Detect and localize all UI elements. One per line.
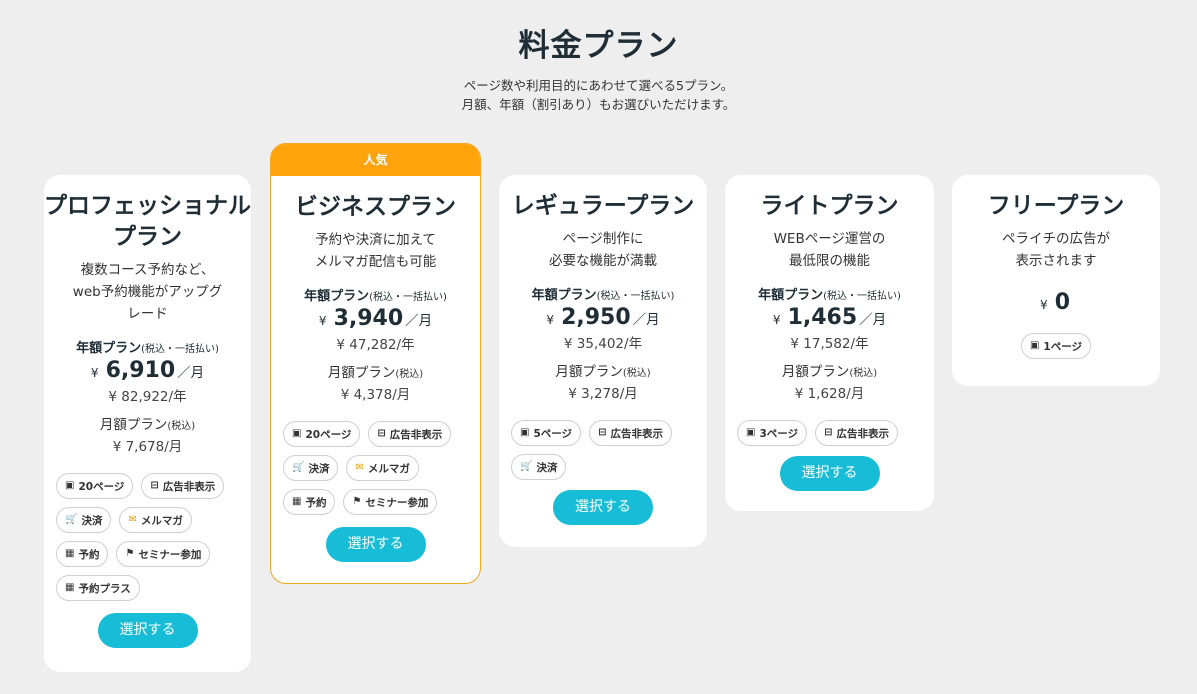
feature-list: ▣ 20ページ ⊟ 広告非表示 🛒 決済 ✉ メルマガ ▦ 予約 ⚑ セミナー参加 [271,421,480,515]
feature-chip-pages: ▣ 1ページ [1020,333,1092,359]
no-ads-icon: ⊟ [150,480,159,491]
monthly-plan-label: 月額プラン(税込) [99,417,196,433]
page-subtitle: ページ数や利用目的にあわせて選べる5プラン。 月額、年額（割引あり）もお選びいた… [0,76,1197,114]
yearly-monthly-price: ¥ 6,910 ／月 [90,358,205,383]
yearly-plan-label: 年額プラン(税込・一括払い) [304,289,447,304]
plan-card-free: フリープラン ペライチの広告が 表示されます ¥ 0 ▣ 1ページ [952,175,1160,386]
mail-icon: ✉ [128,514,137,525]
yearly-total-price: ¥ 82,922/年 [108,389,187,405]
monthly-plan-label: 月額プラン(税込) [781,364,878,380]
calendar-icon: ▦ [65,548,75,559]
monthly-price: ¥ 7,678/月 [112,439,183,455]
plan-description: 複数コース予約など、 web予約機能がアップグ レード [72,262,223,322]
yearly-plan-label: 年額プラン(税込・一括払い) [531,288,675,303]
feature-chip-pages: ▣ 20ページ [56,473,134,499]
feature-chip-reservation: ▦ 予約 [56,541,109,567]
plan-name: フリープラン [987,193,1125,219]
yearly-total-price: ¥ 47,282/年 [336,337,415,353]
yearly-total-price: ¥ 35,402/年 [563,336,643,352]
plan-card-light: ライトプラン WEBページ運営の 最低限の機能 年額プラン(税込・一括払い) ¥… [725,175,934,511]
yearly-plan-label: 年額プラン(税込・一括払い) [76,341,219,356]
select-button-regular[interactable]: 選択する [553,490,653,525]
no-ads-icon: ⊟ [377,428,386,439]
page-icon: ▣ [1029,340,1040,351]
feature-chip-no-ads: ⊟ 広告非表示 [815,420,898,446]
cart-icon: 🛒 [292,462,305,473]
feature-list: ▣ 3ページ ⊟ 広告非表示 [725,420,934,446]
feature-chip-pages: ▣ 20ページ [283,421,361,447]
plan-card-professional: プロフェッショナル プラン 複数コース予約など、 web予約機能がアップグ レー… [44,175,251,672]
monthly-plan-label: 月額プラン(税込) [555,364,651,380]
feature-chip-reservation-plus: ▦ 予約プラス [56,575,140,601]
page-icon: ▣ [520,427,530,438]
feature-list: ▣ 20ページ ⊟ 広告非表示 🛒 決済 ✉ メルマガ ▦ 予約 ⚑ セミナー参加 ▦ 予約プ… [44,473,251,601]
no-ads-icon: ⊟ [598,427,607,438]
plan-description: ペライチの広告が 表示されます [1002,231,1110,269]
yearly-monthly-price: ¥ 2,950 ／月 [546,305,660,330]
cart-icon: 🛒 [65,514,78,525]
page-icon: ▣ [292,428,302,439]
plan-name: プロフェッショナル プラン [44,193,251,250]
subtitle-line-1: ページ数や利用目的にあわせて選べる5プラン。 [463,78,734,93]
calendar-icon: ▦ [292,496,302,507]
plan-name: ライトプラン [760,193,899,219]
feature-chip-reservation: ▦ 予約 [283,489,336,515]
seminar-icon: ⚑ [125,548,135,559]
feature-chip-no-ads: ⊟ 広告非表示 [368,421,452,447]
feature-chip-pages: ▣ 5ページ [511,420,582,446]
mail-icon: ✉ [355,462,364,473]
plan-name: ビジネスプラン [295,194,456,220]
monthly-price: ¥ 3,278/月 [568,386,638,402]
monthly-plan-label: 月額プラン(税込) [327,365,424,381]
feature-chip-no-ads: ⊟ 広告非表示 [141,473,225,499]
yearly-plan-label: 年額プラン(税込・一括払い) [758,288,901,303]
page-icon: ▣ [746,427,756,438]
calendar-icon: ▦ [65,582,75,593]
plan-description: WEBページ運営の 最低限の機能 [773,231,886,269]
feature-chip-mail: ✉ メルマガ [346,455,419,481]
no-ads-icon: ⊟ [824,427,833,438]
seminar-icon: ⚑ [352,496,362,507]
free-price: ¥ 0 [1039,290,1071,315]
popular-badge: 人気 [271,144,480,176]
monthly-price: ¥ 1,628/月 [794,386,865,402]
cart-icon: 🛒 [520,461,533,472]
feature-chip-seminar: ⚑ セミナー参加 [116,541,211,567]
yearly-monthly-price: ¥ 3,940 ／月 [318,306,433,331]
monthly-price: ¥ 4,378/月 [340,387,411,403]
subtitle-line-2: 月額、年額（割引あり）もお選びいただけます。 [461,97,736,112]
feature-chip-pages: ▣ 3ページ [737,420,808,446]
feature-chip-seminar: ⚑ セミナー参加 [343,489,438,515]
plan-description: ページ制作に 必要な機能が満載 [549,231,657,269]
feature-chip-payment: 🛒 決済 [56,507,112,533]
select-button-light[interactable]: 選択する [779,456,880,491]
feature-chip-no-ads: ⊟ 広告非表示 [589,420,672,446]
plan-name: レギュラープラン [511,193,695,219]
feature-chip-payment: 🛒 決済 [511,454,567,480]
feature-list: ▣ 5ページ ⊟ 広告非表示 🛒 決済 [499,420,707,480]
feature-chip-mail: ✉ メルマガ [119,507,192,533]
page-title: 料金プラン [518,28,679,64]
plan-card-regular: レギュラープラン ページ制作に 必要な機能が満載 年額プラン(税込・一括払い) … [499,175,707,547]
feature-chip-payment: 🛒 決済 [283,455,339,481]
page-icon: ▣ [65,480,75,491]
feature-list: ▣ 1ページ [952,333,1160,359]
select-button-professional[interactable]: 選択する [97,613,198,648]
plan-description: 予約や決済に加えて メルマガ配信も可能 [314,232,437,270]
yearly-total-price: ¥ 17,582/年 [790,336,869,352]
select-button-business[interactable]: 選択する [325,527,426,562]
plan-card-business: 人気 ビジネスプラン 予約や決済に加えて メルマガ配信も可能 年額プラン(税込・… [270,143,481,584]
yearly-monthly-price: ¥ 1,465 ／月 [772,305,887,330]
